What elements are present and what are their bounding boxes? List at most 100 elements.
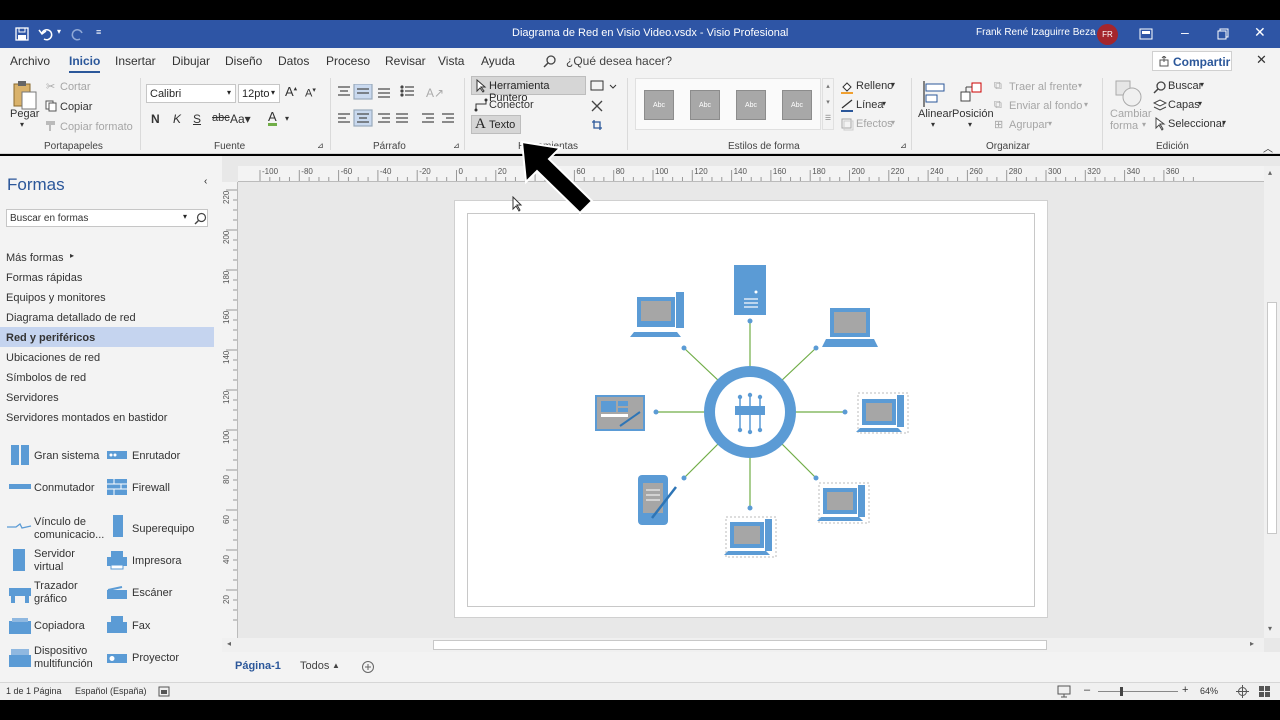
scroll-left-icon[interactable]: ◂	[227, 639, 231, 648]
tab-pagina-1[interactable]: Página-1	[235, 660, 281, 672]
tab-archivo[interactable]: Archivo	[10, 54, 50, 68]
restore-icon[interactable]	[1217, 28, 1229, 40]
underline-icon[interactable]: S	[193, 112, 201, 126]
stencil-superequipo[interactable]: Superequipo	[132, 523, 194, 536]
mainframe-icon[interactable]	[10, 444, 30, 466]
pointer-tool-button[interactable]: Herramienta Puntero	[471, 76, 586, 104]
font-color-dropdown-icon[interactable]: ▾	[285, 114, 289, 123]
redo-icon[interactable]	[70, 26, 86, 42]
switch-icon[interactable]	[8, 483, 32, 491]
connector-button[interactable]: Conector	[489, 99, 534, 111]
format-painter-icon[interactable]	[45, 120, 57, 132]
effects-dropdown-icon[interactable]: ▾	[891, 118, 895, 127]
copier-icon[interactable]	[8, 617, 32, 635]
horizontal-scrollbar[interactable]: ◂ ▸	[222, 638, 1264, 652]
find-icon[interactable]	[1153, 80, 1167, 94]
copy-button[interactable]: Copiar	[60, 101, 92, 113]
zoom-slider[interactable]	[1098, 691, 1178, 692]
stencil-impresora[interactable]: Impresora	[132, 555, 182, 568]
nav-equipos-monitores[interactable]: Equipos y monitores	[6, 292, 106, 304]
nav-formas-rapidas[interactable]: Formas rápidas	[6, 272, 82, 284]
comm-link-icon[interactable]	[6, 522, 32, 530]
layers-button[interactable]: Capas	[1168, 99, 1200, 111]
strikethrough-icon[interactable]: abc	[212, 112, 230, 124]
effects-button[interactable]: Efectos	[856, 118, 893, 130]
customize-toolbar-icon[interactable]: ≡	[96, 27, 101, 37]
stencil-fax[interactable]: Fax	[132, 620, 150, 633]
text-direction-icon[interactable]: A↗	[426, 86, 444, 100]
paragraph-dialog-launcher-icon[interactable]: ⊿	[453, 141, 460, 150]
paste-dropdown-icon[interactable]: ▾	[20, 120, 24, 129]
send-back-icon[interactable]: ⧉	[994, 99, 1002, 112]
group-shapes-icon[interactable]: ⊞	[994, 118, 1003, 131]
stencil-copiadora[interactable]: Copiadora	[34, 620, 85, 633]
layers-dropdown-icon[interactable]: ▾	[1198, 99, 1202, 108]
font-dialog-launcher-icon[interactable]: ⊿	[317, 141, 324, 150]
stencil-vinculo[interactable]: Vínculo de comunicacio...	[34, 516, 104, 542]
nav-servidores[interactable]: Servidores	[6, 392, 59, 404]
scanner-icon[interactable]	[106, 586, 128, 600]
italic-icon[interactable]: K	[173, 112, 181, 126]
stencil-trazador[interactable]: Trazador gráfico	[34, 580, 84, 606]
copy-icon[interactable]	[45, 100, 57, 112]
font-color-icon[interactable]: A	[268, 110, 277, 126]
line-icon[interactable]	[840, 98, 854, 112]
stencil-proyector[interactable]: Proyector	[132, 652, 179, 665]
shapes-search-input[interactable]: Buscar en formas ▾	[6, 209, 208, 227]
user-name[interactable]: Frank René Izaguirre Beza	[976, 27, 1096, 38]
close-icon[interactable]: ✕	[1254, 24, 1266, 41]
send-back-dropdown-icon[interactable]: ▾	[1084, 100, 1088, 109]
style-swatch[interactable]: Abc	[690, 90, 720, 120]
align-dropdown-icon[interactable]: ▾	[931, 120, 935, 129]
shape-styles-gallery[interactable]: Abc Abc Abc Abc	[635, 78, 821, 130]
find-button[interactable]: Buscar	[1168, 80, 1202, 92]
collapse-ribbon-icon[interactable]: ︿	[1263, 140, 1273, 155]
align-button[interactable]: Alinear	[918, 108, 952, 120]
line-button[interactable]: Línea	[856, 99, 884, 111]
bring-front-button[interactable]: Traer al frente	[1009, 81, 1078, 93]
select-dropdown-icon[interactable]: ▾	[1222, 118, 1226, 127]
paste-button[interactable]: Pegar	[10, 108, 39, 120]
group-dropdown-icon[interactable]: ▾	[1048, 119, 1052, 128]
connection-point-icon[interactable]	[590, 118, 604, 132]
change-shape-dropdown-icon[interactable]: ▾	[1142, 120, 1146, 129]
avatar[interactable]: FR	[1097, 24, 1118, 45]
position-button[interactable]: Posición	[952, 108, 994, 120]
stencil-firewall[interactable]: Firewall	[132, 482, 170, 495]
collapse-panel-icon[interactable]: ‹	[204, 176, 207, 187]
minimize-icon[interactable]: –	[1181, 24, 1189, 40]
zoom-level[interactable]: 64%	[1200, 686, 1218, 696]
firewall-icon[interactable]	[106, 478, 128, 496]
fit-page-icon[interactable]	[1236, 685, 1249, 698]
style-swatch[interactable]: Abc	[736, 90, 766, 120]
tab-dibujar[interactable]: Dibujar	[172, 54, 210, 68]
connector-icon[interactable]	[474, 98, 488, 112]
paste-icon[interactable]	[12, 80, 38, 110]
ribbon-display-icon[interactable]	[1139, 28, 1153, 40]
fill-icon[interactable]	[840, 80, 854, 94]
vertical-scrollbar[interactable]: ▴ ▾	[1264, 166, 1280, 638]
router-icon[interactable]	[106, 450, 128, 460]
tab-inicio[interactable]: Inicio	[69, 54, 101, 73]
zoom-out-icon[interactable]: –	[1084, 684, 1090, 696]
fill-dropdown-icon[interactable]: ▾	[891, 80, 895, 89]
nav-ubicaciones-red[interactable]: Ubicaciones de red	[6, 352, 100, 364]
virtual-server-icon[interactable]	[10, 548, 30, 572]
share-button[interactable]: Compartir	[1152, 51, 1232, 71]
position-dropdown-icon[interactable]: ▾	[968, 120, 972, 129]
search-icon[interactable]	[543, 54, 557, 68]
style-swatch[interactable]: Abc	[644, 90, 674, 120]
grow-font-icon[interactable]: A▴	[285, 84, 297, 99]
nav-diagrama-detallado[interactable]: Diagrama detallado de red	[6, 312, 136, 324]
stencil-enrutador[interactable]: Enrutador	[132, 450, 180, 463]
chevron-up-icon[interactable]: ▲	[332, 661, 340, 670]
paragraph-controls[interactable]	[336, 84, 474, 130]
tab-datos[interactable]: Datos	[278, 54, 309, 68]
tab-diseno[interactable]: Diseño	[225, 54, 262, 68]
supercomputer-icon[interactable]	[110, 514, 126, 538]
position-icon[interactable]	[958, 80, 984, 108]
network-diagram[interactable]	[454, 200, 1048, 618]
stencil-gran-sistema[interactable]: Gran sistema	[34, 450, 99, 463]
bring-front-icon[interactable]: ⧉	[994, 80, 1002, 93]
zoom-slider-thumb[interactable]	[1120, 687, 1123, 696]
